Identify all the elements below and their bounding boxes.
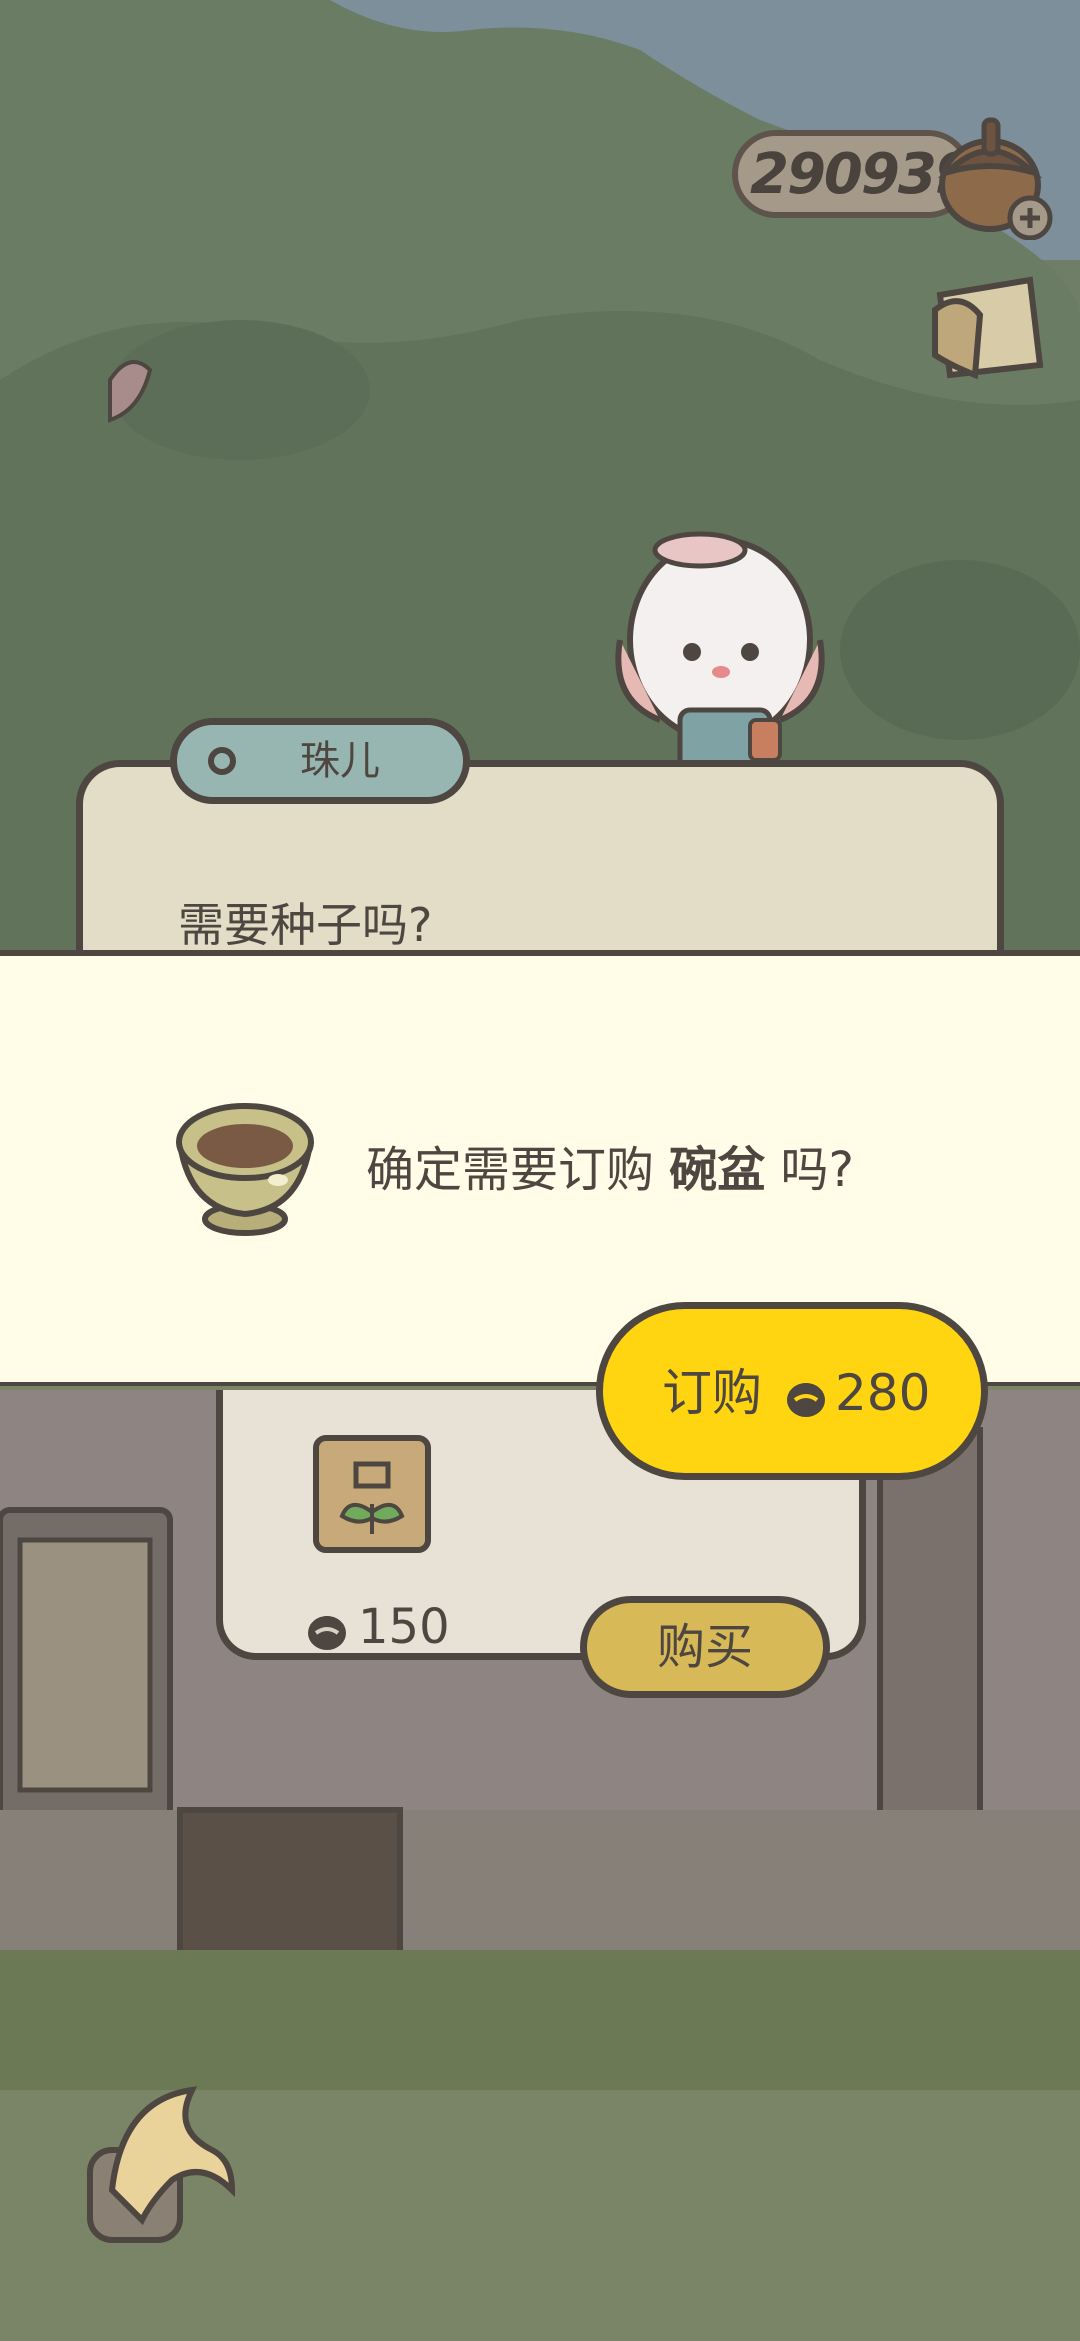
bowl-icon (176, 1103, 314, 1236)
buy-label: 购买 (656, 1619, 753, 1675)
confirm-prefix: 确定需要订购 (366, 1142, 670, 1198)
speaker-name: 珠儿 (300, 738, 380, 784)
confirm-item-name: 碗盆 (669, 1142, 766, 1198)
acorn-icon (787, 1383, 825, 1417)
acorn-plus-icon[interactable] (930, 110, 1060, 240)
back-arrow-icon[interactable] (82, 2080, 242, 2250)
currency-value: 290939 (750, 142, 974, 207)
acorn-icon (308, 1616, 346, 1650)
seed-price: 150 (358, 1599, 450, 1655)
seed-bag-icon (313, 1435, 431, 1553)
confirm-suffix: 吗? (765, 1142, 855, 1198)
order-label: 订购 (662, 1364, 762, 1422)
order-price: 280 (835, 1364, 931, 1422)
letter-icon[interactable] (920, 265, 1055, 395)
name-tag-dot-icon (208, 747, 236, 775)
confirm-message: 确定需要订购 碗盆 吗? (366, 1135, 986, 1205)
